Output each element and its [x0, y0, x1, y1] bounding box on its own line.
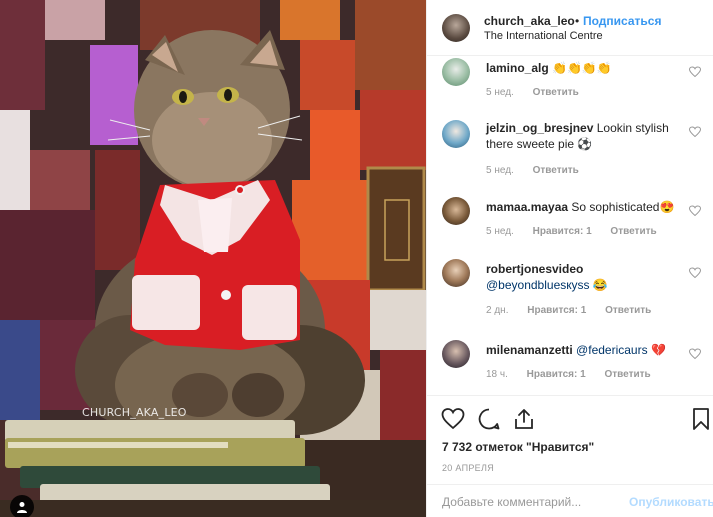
like-comment-heart-icon[interactable] [689, 126, 701, 138]
comment-meta: 5 нед. Нравится: 1 Ответить [486, 226, 673, 237]
commenter-avatar[interactable] [442, 197, 470, 225]
comment-meta: 5 нед. Ответить [486, 87, 595, 98]
commenter-avatar[interactable] [442, 120, 470, 148]
comment-text: mamaa.mayaa So sophisticated😍 [486, 199, 681, 215]
comment-time[interactable]: 18 ч. [486, 369, 508, 380]
reply-button[interactable]: Ответить [604, 369, 650, 380]
cat-photo-illustration [0, 0, 426, 517]
header-separator: • [575, 14, 580, 28]
comment-likes[interactable]: Нравится: 1 [527, 369, 586, 380]
reply-button[interactable]: Ответить [533, 165, 579, 176]
comment-content: 😂 [592, 278, 608, 292]
comment-text: lamino_alg 👏👏👏👏 [486, 60, 681, 76]
post-header: church_aka_leo • Подписаться The Interna… [427, 0, 713, 56]
commenter-username[interactable]: lamino_alg [486, 61, 549, 75]
follow-button[interactable]: Подписаться [583, 14, 661, 28]
reply-button[interactable]: Ответить [610, 226, 656, 237]
comment-text: robertjonesvideo @beyondbluesкyss 😂 [486, 261, 681, 293]
person-icon [17, 502, 27, 513]
comment-time[interactable]: 5 нед. [486, 87, 514, 98]
add-comment-bar: Опубликовать [427, 484, 713, 517]
comment-text: jelzin_og_bresjnev Lookin stylish there … [486, 120, 681, 152]
comment-mention[interactable]: @beyondbluesкyss [486, 278, 590, 292]
comment-content: So sophisticated😍 [571, 200, 675, 214]
user-tag-button[interactable] [10, 495, 34, 517]
comment-likes[interactable]: Нравится: 1 [527, 305, 586, 316]
author-username[interactable]: church_aka_leo [484, 14, 575, 28]
publish-button[interactable]: Опубликовать [629, 495, 713, 509]
commenter-username[interactable]: robertjonesvideo [486, 262, 583, 276]
comment-likes[interactable]: Нравится: 1 [533, 226, 592, 237]
comment-content: 💔 [650, 343, 666, 357]
comment-text: milenamanzetti @federicaurs 💔 [486, 342, 681, 358]
comment-input[interactable] [442, 493, 622, 511]
likes-count[interactable]: 7 732 отметок "Нравится" [442, 440, 594, 454]
post-location[interactable]: The International Centre [484, 30, 603, 42]
commenter-username[interactable]: milenamanzetti [486, 343, 573, 357]
commenter-username[interactable]: jelzin_og_bresjnev [486, 121, 593, 135]
comment-time[interactable]: 5 нед. [486, 226, 514, 237]
comment-bubble-icon[interactable] [477, 407, 501, 431]
reply-button[interactable]: Ответить [533, 87, 579, 98]
like-comment-heart-icon[interactable] [689, 348, 701, 360]
bookmark-icon[interactable] [689, 407, 713, 431]
like-heart-icon[interactable] [441, 407, 465, 431]
like-comment-heart-icon[interactable] [689, 66, 701, 78]
comment-time[interactable]: 5 нед. [486, 165, 514, 176]
commenter-avatar[interactable] [442, 340, 470, 368]
comment-time[interactable]: 2 дн. [486, 305, 508, 316]
reply-button[interactable]: Ответить [605, 305, 651, 316]
post-action-bar [427, 397, 713, 437]
like-comment-heart-icon[interactable] [689, 267, 701, 279]
comment-meta: 5 нед. Ответить [486, 165, 595, 176]
comments-list[interactable]: lamino_alg 👏👏👏👏 5 нед. Ответить jelzin_o… [427, 56, 713, 396]
comment-mention[interactable]: @federicaurs [576, 343, 648, 357]
post-photo[interactable]: CHURCH_AKA_LEO [0, 0, 426, 517]
comment-content: 👏👏👏👏 [552, 61, 612, 75]
share-upload-icon[interactable] [512, 407, 536, 431]
comment-meta: 2 дн. Нравится: 1 Ответить [486, 305, 667, 316]
like-comment-heart-icon[interactable] [689, 205, 701, 217]
commenter-avatar[interactable] [442, 58, 470, 86]
post-date[interactable]: 20 АПРЕЛЯ [442, 463, 494, 473]
commenter-username[interactable]: mamaa.mayaa [486, 200, 568, 214]
comment-meta: 18 ч. Нравится: 1 Ответить [486, 369, 667, 380]
commenter-avatar[interactable] [442, 259, 470, 287]
photo-watermark: CHURCH_AKA_LEO [82, 406, 187, 419]
author-avatar[interactable] [442, 14, 470, 42]
post-details-panel: church_aka_leo • Подписаться The Interna… [426, 0, 713, 517]
